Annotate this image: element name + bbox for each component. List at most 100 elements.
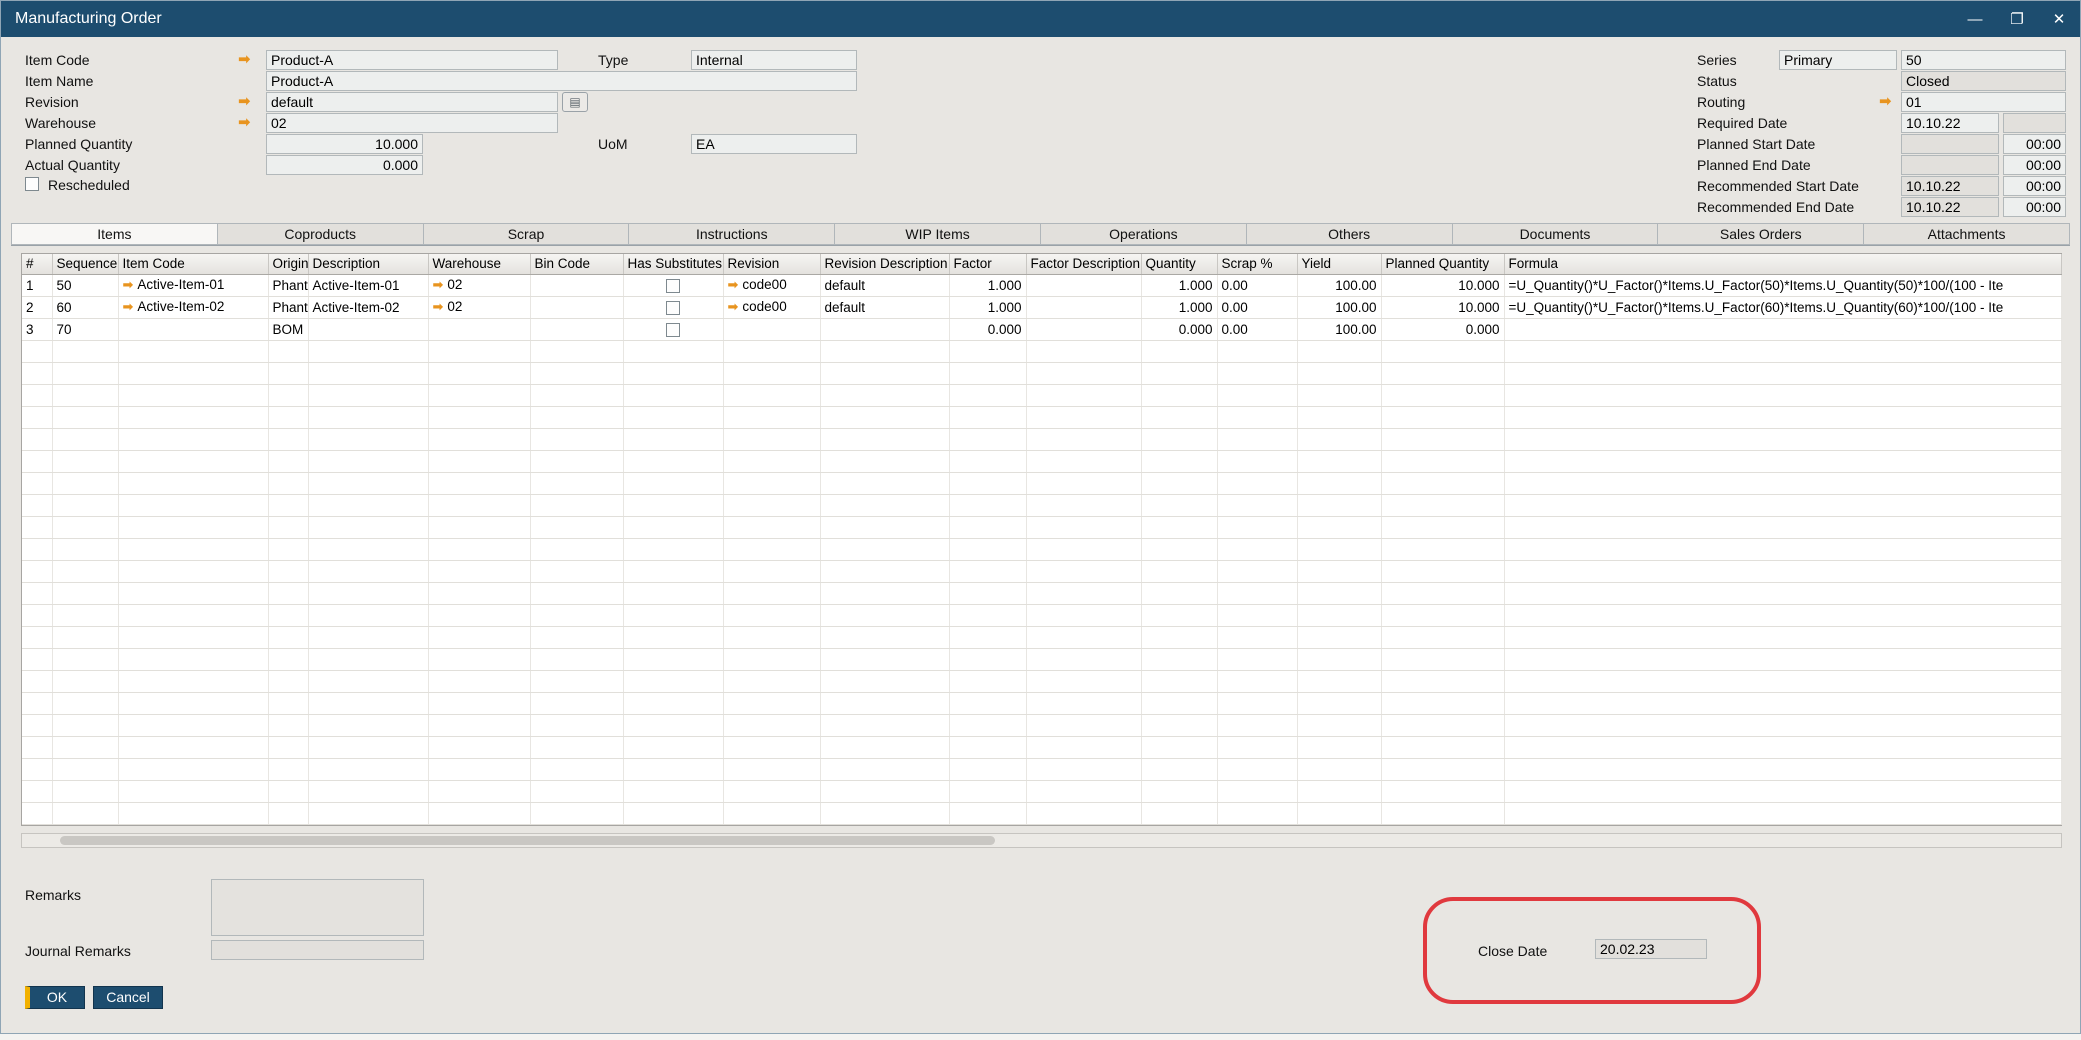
cell-formula[interactable] xyxy=(1504,604,2062,627)
cell-warehouse[interactable] xyxy=(428,340,531,363)
cell-quantity[interactable] xyxy=(1141,516,1218,539)
cell-yield-pct[interactable] xyxy=(1297,384,1382,407)
cell-warehouse[interactable] xyxy=(428,736,531,759)
cell-sequence[interactable]: 50 xyxy=(52,274,119,297)
cell-scrap-pct[interactable] xyxy=(1217,604,1298,627)
cell-revision[interactable] xyxy=(723,802,821,825)
cell-has-substitutes[interactable] xyxy=(623,274,724,297)
revision-field[interactable]: default xyxy=(266,92,558,112)
cell-warehouse[interactable] xyxy=(428,670,531,693)
cell-has-substitutes[interactable] xyxy=(623,516,724,539)
cell-sequence[interactable] xyxy=(52,516,119,539)
cell-item-code[interactable] xyxy=(118,406,269,429)
cell-has-substitutes[interactable] xyxy=(623,648,724,671)
cell-formula[interactable] xyxy=(1504,626,2062,649)
cell-yield-pct[interactable] xyxy=(1297,472,1382,495)
cell-num[interactable] xyxy=(22,802,53,825)
cell-revision[interactable] xyxy=(723,670,821,693)
cell-factor[interactable] xyxy=(949,670,1027,693)
cell-description[interactable] xyxy=(308,736,429,759)
cell-origin[interactable] xyxy=(268,428,309,451)
col-header-description[interactable]: Description xyxy=(308,254,429,275)
cell-bin-code[interactable] xyxy=(530,560,624,583)
cell-revision-description[interactable] xyxy=(820,318,950,341)
cell-factor[interactable] xyxy=(949,472,1027,495)
cell-yield-pct[interactable] xyxy=(1297,692,1382,715)
cell-revision-description[interactable] xyxy=(820,406,950,429)
uom-field[interactable]: EA xyxy=(691,134,857,154)
col-header-factor[interactable]: Factor xyxy=(949,254,1027,275)
cell-bin-code[interactable] xyxy=(530,604,624,627)
cell-has-substitutes[interactable] xyxy=(623,560,724,583)
cell-warehouse[interactable] xyxy=(428,780,531,803)
cell-item-code[interactable] xyxy=(118,758,269,781)
cell-planned-quantity[interactable] xyxy=(1381,494,1505,517)
cell-origin[interactable] xyxy=(268,582,309,605)
cell-factor-description[interactable] xyxy=(1026,758,1142,781)
cell-num[interactable] xyxy=(22,494,53,517)
cell-yield-pct[interactable] xyxy=(1297,802,1382,825)
cell-origin[interactable]: Phantom xyxy=(268,274,309,297)
tab-wip-items[interactable]: WIP Items xyxy=(835,223,1041,245)
planned-start-date-field[interactable] xyxy=(1901,134,1999,154)
cell-has-substitutes[interactable] xyxy=(623,626,724,649)
tab-scrap[interactable]: Scrap xyxy=(423,223,630,245)
cell-warehouse[interactable] xyxy=(428,450,531,473)
cell-num[interactable] xyxy=(22,340,53,363)
cell-warehouse[interactable] xyxy=(428,384,531,407)
cell-factor[interactable] xyxy=(949,516,1027,539)
cell-warehouse[interactable] xyxy=(428,626,531,649)
link-arrow-icon[interactable]: ➡ xyxy=(123,299,134,314)
col-header-planned-quantity[interactable]: Planned Quantity xyxy=(1381,254,1505,275)
routing-field[interactable]: 01 xyxy=(1901,92,2066,112)
cell-revision-description[interactable] xyxy=(820,494,950,517)
cell-factor-description[interactable] xyxy=(1026,582,1142,605)
cell-factor-description[interactable] xyxy=(1026,538,1142,561)
cell-revision-description[interactable] xyxy=(820,802,950,825)
cell-origin[interactable] xyxy=(268,758,309,781)
cell-warehouse[interactable] xyxy=(428,516,531,539)
cell-revision-description[interactable] xyxy=(820,450,950,473)
cell-warehouse[interactable]: ➡ 02 xyxy=(428,296,531,319)
cell-sequence[interactable] xyxy=(52,406,119,429)
cell-factor[interactable] xyxy=(949,340,1027,363)
col-header-revision[interactable]: Revision xyxy=(723,254,821,275)
cell-factor-description[interactable] xyxy=(1026,384,1142,407)
cell-num[interactable] xyxy=(22,604,53,627)
cell-origin[interactable] xyxy=(268,384,309,407)
cell-planned-quantity[interactable]: 0.000 xyxy=(1381,318,1505,341)
cell-bin-code[interactable] xyxy=(530,626,624,649)
link-arrow-icon[interactable]: ➡ xyxy=(433,299,444,314)
cell-warehouse[interactable] xyxy=(428,538,531,561)
cell-scrap-pct[interactable] xyxy=(1217,736,1298,759)
cell-formula[interactable]: =U_Quantity()*U_Factor()*Items.U_Factor(… xyxy=(1504,274,2062,297)
cell-origin[interactable] xyxy=(268,626,309,649)
has-substitutes-checkbox[interactable] xyxy=(666,278,680,293)
cell-origin[interactable] xyxy=(268,340,309,363)
cell-formula[interactable] xyxy=(1504,802,2062,825)
cell-factor-description[interactable] xyxy=(1026,604,1142,627)
cell-sequence[interactable] xyxy=(52,758,119,781)
cell-bin-code[interactable] xyxy=(530,494,624,517)
cell-factor[interactable] xyxy=(949,560,1027,583)
cell-scrap-pct[interactable] xyxy=(1217,384,1298,407)
cell-factor-description[interactable] xyxy=(1026,428,1142,451)
cell-factor[interactable] xyxy=(949,406,1027,429)
required-date-field[interactable]: 10.10.22 xyxy=(1901,113,1999,133)
cell-bin-code[interactable] xyxy=(530,362,624,385)
cell-bin-code[interactable] xyxy=(530,384,624,407)
cell-item-code[interactable] xyxy=(118,340,269,363)
cell-origin[interactable] xyxy=(268,516,309,539)
cell-scrap-pct[interactable] xyxy=(1217,626,1298,649)
cell-planned-quantity[interactable] xyxy=(1381,560,1505,583)
cell-description[interactable] xyxy=(308,494,429,517)
cell-description[interactable] xyxy=(308,626,429,649)
minimize-icon[interactable]: — xyxy=(1954,1,1996,37)
status-field[interactable]: Closed xyxy=(1901,71,2066,91)
cell-yield-pct[interactable] xyxy=(1297,604,1382,627)
cell-has-substitutes[interactable] xyxy=(623,538,724,561)
cell-factor[interactable] xyxy=(949,736,1027,759)
cell-has-substitutes[interactable] xyxy=(623,472,724,495)
cell-description[interactable] xyxy=(308,450,429,473)
cell-revision-description[interactable] xyxy=(820,692,950,715)
